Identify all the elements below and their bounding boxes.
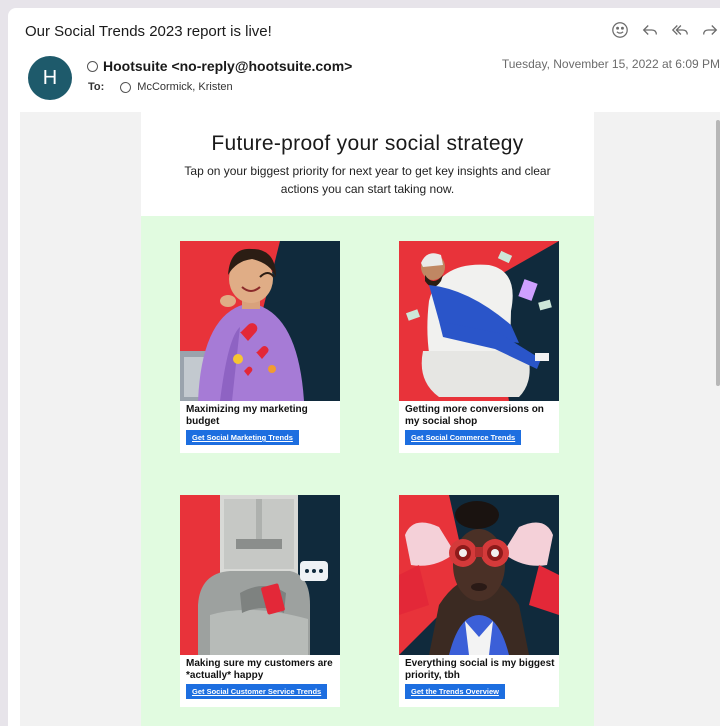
get-social-commerce-trends-button[interactable]: Get Social Commerce Trends (405, 430, 522, 445)
smiley-icon[interactable] (610, 20, 630, 40)
priority-tile-budget[interactable]: Maximizing my marketing budget Get Socia… (180, 241, 340, 453)
email-date: Tuesday, November 15, 2022 at 6:09 PM (501, 57, 720, 71)
forward-icon[interactable] (700, 20, 720, 40)
tile-image-budget (180, 241, 340, 401)
get-the-trends-overview-button[interactable]: Get the Trends Overview (405, 684, 505, 699)
tile-caption: Making sure my customers are *actually* … (186, 658, 333, 681)
email-body: Future-proof your social strategy Tap on… (141, 112, 594, 726)
sender-avatar: H (28, 56, 72, 100)
to-label: To: (88, 81, 105, 93)
tile-image-overview (399, 495, 559, 655)
priority-tile-commerce[interactable]: Getting more conversions on my social sh… (399, 241, 559, 453)
get-social-marketing-trends-button[interactable]: Get Social Marketing Trends (186, 430, 299, 445)
priority-tile-customer-service[interactable]: Making sure my customers are *actually* … (180, 495, 340, 707)
get-social-customer-service-trends-button[interactable]: Get Social Customer Service Trends (186, 684, 328, 699)
from-row: Hootsuite <no-reply@hootsuite.com> (87, 58, 352, 74)
reply-all-icon[interactable] (670, 20, 690, 40)
sender-address[interactable]: Hootsuite <no-reply@hootsuite.com> (103, 58, 352, 74)
recipient-name[interactable]: McCormick, Kristen (137, 81, 232, 93)
tile-caption: Everything social is my biggest priority… (405, 658, 555, 681)
tile-image-customer-service (180, 495, 340, 655)
recipient-status-icon (120, 81, 132, 93)
email-window: Our Social Trends 2023 report is live! H… (8, 8, 720, 726)
to-row: To: McCormick, Kristen (88, 81, 233, 93)
tile-image-commerce (399, 241, 559, 401)
priority-tiles-section: Maximizing my marketing budget Get Socia… (141, 216, 594, 726)
tile-caption: Maximizing my marketing budget (186, 404, 308, 427)
email-headline: Future-proof your social strategy (211, 132, 524, 155)
sender-status-icon (87, 60, 98, 72)
email-subheadline: Tap on your biggest priority for next ye… (184, 164, 551, 196)
priority-tile-overview[interactable]: Everything social is my biggest priority… (399, 495, 559, 707)
message-toolbar (610, 20, 720, 40)
reply-icon[interactable] (640, 20, 660, 40)
vertical-scrollbar[interactable] (716, 120, 720, 386)
tile-caption: Getting more conversions on my social sh… (405, 404, 544, 427)
email-subject: Our Social Trends 2023 report is live! (25, 23, 272, 40)
